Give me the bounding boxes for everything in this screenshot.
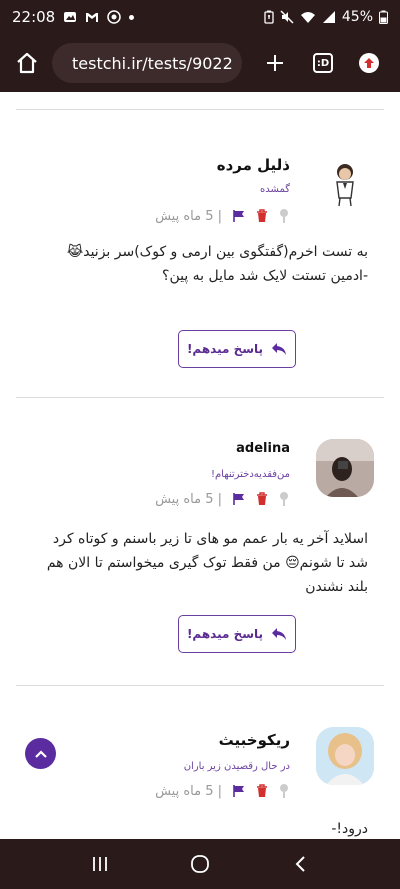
- update-button[interactable]: [352, 46, 386, 80]
- browser-toolbar: testchi.ir/tests/9022 :D: [0, 34, 400, 92]
- chrome-notification-icon: [107, 10, 121, 24]
- comment-author[interactable]: ریکوخبیث: [219, 731, 290, 749]
- home-icon: [17, 52, 37, 74]
- reply-button[interactable]: پاسخ میدهم!: [178, 330, 296, 368]
- battery-saver-icon: [264, 10, 274, 24]
- home-button[interactable]: [10, 46, 44, 80]
- comment-body: اسلاید آخر یه بار عمم مو های تا زیر باسن…: [46, 531, 368, 595]
- pin-icon[interactable]: [278, 208, 290, 224]
- avatar[interactable]: [316, 727, 374, 785]
- chevron-up-icon: [34, 749, 47, 758]
- report-flag-icon[interactable]: [232, 209, 246, 223]
- pin-icon[interactable]: [278, 491, 290, 507]
- comment-item: ذلیل مرده گمشده | 5 ماه پیش به تست اخرم(…: [16, 132, 384, 402]
- recent-apps-icon: [93, 857, 107, 871]
- pin-icon[interactable]: [278, 783, 290, 799]
- reply-label: پاسخ میدهم!: [186, 627, 264, 641]
- comment-body: به تست اخرم(گفتگوی بین ارمی و کوک)سر بزن…: [66, 244, 368, 284]
- reply-icon: [272, 628, 287, 640]
- divider: [16, 109, 384, 110]
- comment-author[interactable]: adelina: [236, 441, 290, 456]
- comment-meta: | 5 ماه پیش: [155, 783, 290, 799]
- comment-time: | 5 ماه پیش: [155, 783, 222, 799]
- system-nav-bar: [0, 839, 400, 889]
- avatar[interactable]: [316, 152, 374, 210]
- report-flag-icon[interactable]: [232, 492, 246, 506]
- comment-time: | 5 ماه پیش: [155, 208, 222, 224]
- comments-section: ذلیل مرده گمشده | 5 ماه پیش به تست اخرم(…: [0, 92, 400, 839]
- comment-body: درود!-: [331, 821, 368, 837]
- address-bar[interactable]: testchi.ir/tests/9022: [52, 43, 242, 83]
- notification-dot-icon: [129, 14, 135, 20]
- comment-meta: | 5 ماه پیش: [155, 491, 290, 507]
- signal-icon: [322, 11, 335, 23]
- status-bar: 22:08 45%: [0, 0, 400, 34]
- back-button[interactable]: [280, 844, 320, 884]
- scroll-to-top-button[interactable]: [25, 738, 56, 769]
- delete-icon[interactable]: [256, 209, 268, 223]
- home-nav-icon: [191, 855, 209, 873]
- home-nav-button[interactable]: [180, 844, 220, 884]
- comment-subtitle: من‌فقدیه‌دخترتنهام!: [210, 469, 290, 480]
- new-tab-button[interactable]: [258, 46, 292, 80]
- plus-icon: [267, 55, 283, 71]
- tab-switcher-button[interactable]: :D: [306, 46, 340, 80]
- gallery-notification-icon: [64, 12, 77, 22]
- gmail-notification-icon: [86, 13, 99, 22]
- reply-icon: [272, 343, 287, 355]
- mute-icon: [280, 10, 294, 24]
- avatar[interactable]: [316, 439, 374, 497]
- recent-apps-button[interactable]: [80, 844, 120, 884]
- reply-button[interactable]: پاسخ میدهم!: [178, 615, 296, 653]
- url-text: testchi.ir/tests/9022: [72, 53, 233, 73]
- battery-percent: 45%: [341, 9, 373, 25]
- report-flag-icon[interactable]: [232, 784, 246, 798]
- divider: [16, 397, 384, 398]
- comment-meta: | 5 ماه پیش: [155, 208, 290, 224]
- update-arrow-icon: [359, 53, 379, 73]
- status-time: 22:08: [12, 8, 56, 26]
- back-icon: [295, 856, 305, 872]
- delete-icon[interactable]: [256, 784, 268, 798]
- comment-time: | 5 ماه پیش: [155, 491, 222, 507]
- comment-subtitle: در حال رقصیدن زیر باران: [183, 761, 290, 772]
- comment-author[interactable]: ذلیل مرده: [217, 156, 290, 174]
- battery-icon: [379, 10, 388, 24]
- delete-icon[interactable]: [256, 492, 268, 506]
- divider: [16, 685, 384, 686]
- reply-label: پاسخ میدهم!: [186, 342, 264, 356]
- comment-item: adelina من‌فقدیه‌دخترتنهام! | 5 ماه پیش …: [16, 417, 384, 687]
- comment-item: ریکوخبیث در حال رقصیدن زیر باران | 5 ماه…: [16, 705, 384, 839]
- comment-subtitle: گمشده: [260, 184, 290, 195]
- tab-count-badge: :D: [313, 53, 333, 73]
- wifi-icon: [300, 12, 315, 23]
